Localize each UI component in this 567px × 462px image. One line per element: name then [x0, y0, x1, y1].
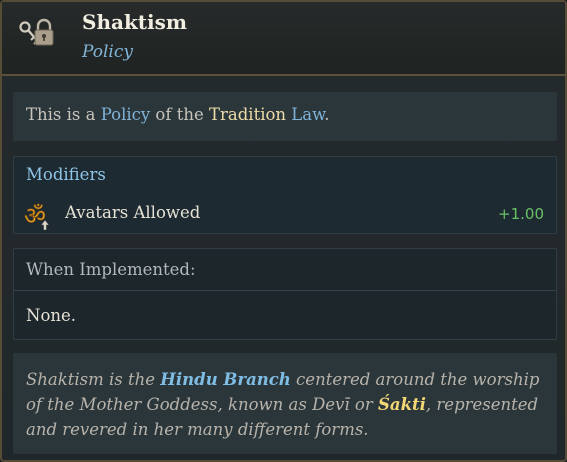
when-implemented-section: When Implemented: None.: [13, 248, 557, 340]
modifier-label: Avatars Allowed: [65, 203, 201, 222]
tooltip-header: Shaktism Policy: [2, 2, 565, 76]
page-title: Shaktism: [82, 10, 188, 34]
sakti-link[interactable]: Śakti: [378, 395, 426, 414]
when-implemented-value: None.: [26, 306, 77, 325]
section-divider: [14, 290, 556, 291]
hindu-branch-link[interactable]: Hindu Branch: [160, 370, 291, 389]
lock-and-key-icon: [19, 18, 54, 46]
om-symbol-icon: ॐ: [24, 203, 50, 231]
modifier-value: +1.00: [498, 205, 544, 223]
policy-link[interactable]: Policy: [101, 105, 150, 124]
description-box: This is a Policy of the Tradition Law.: [13, 92, 557, 141]
flavor-text: Shaktism is the Hindu Branch centered ar…: [26, 370, 540, 439]
flavor-text-box: Shaktism is the Hindu Branch centered ar…: [13, 353, 557, 454]
tradition-link[interactable]: Tradition: [209, 105, 286, 124]
when-implemented-heading: When Implemented:: [26, 260, 196, 279]
policy-tooltip: Shaktism Policy This is a Policy of the …: [0, 0, 567, 462]
modifiers-section: Modifiers ॐ Avatars Allowed +1.00: [13, 156, 557, 234]
svg-text:ॐ: ॐ: [24, 203, 46, 230]
law-link[interactable]: Law: [291, 105, 324, 124]
description-text: This is a Policy of the Tradition Law.: [26, 105, 330, 124]
policy-type-label: Policy: [82, 42, 133, 62]
modifiers-heading: Modifiers: [26, 165, 106, 184]
